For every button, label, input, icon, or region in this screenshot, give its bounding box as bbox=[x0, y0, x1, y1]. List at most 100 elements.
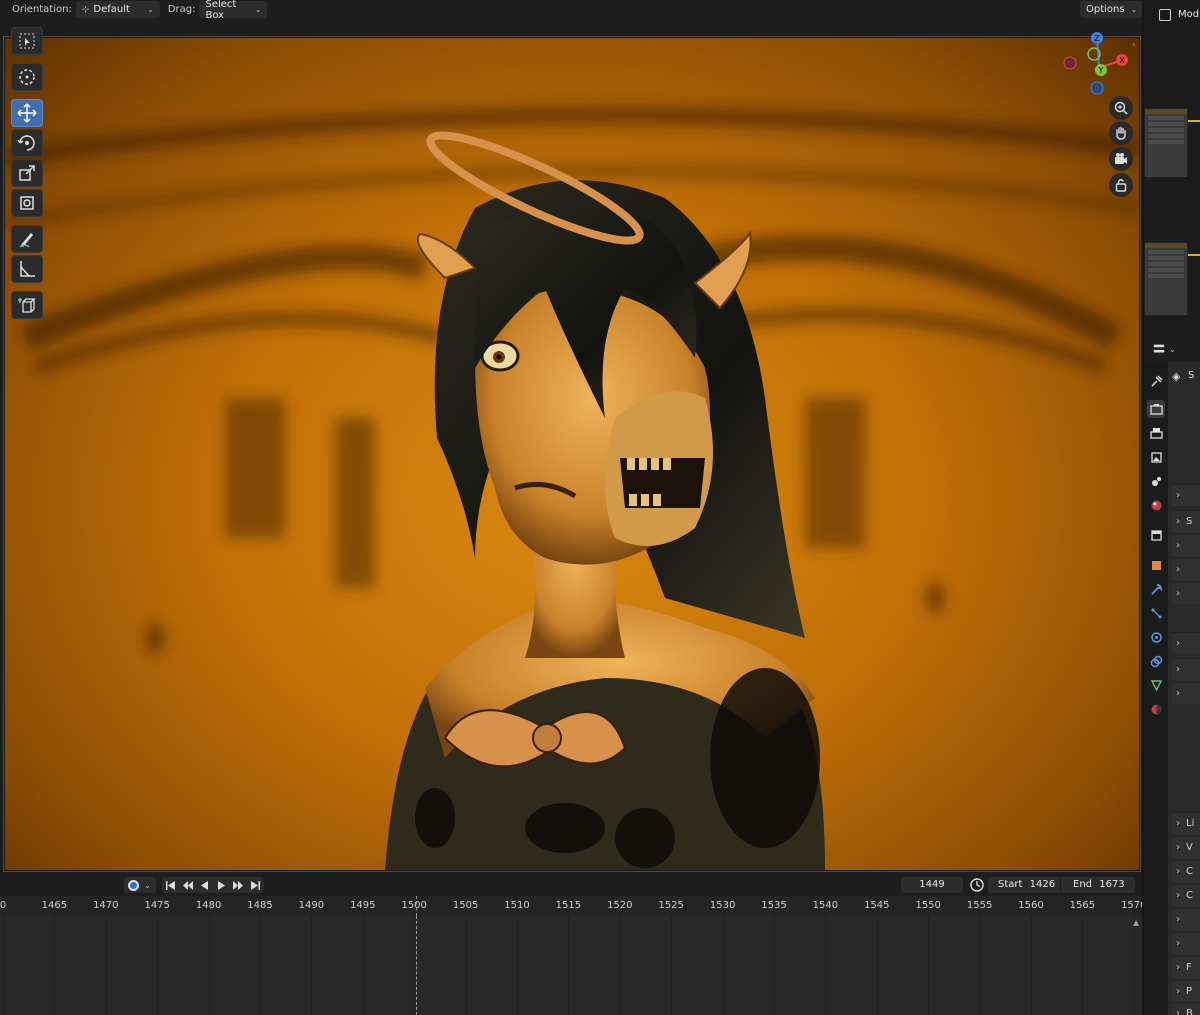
cursor-icon bbox=[19, 69, 35, 85]
properties-panel-row[interactable]: › bbox=[1172, 484, 1200, 506]
chevron-right-icon: › bbox=[1176, 986, 1180, 997]
properties-panel-row[interactable]: › S bbox=[1172, 510, 1200, 532]
node-card[interactable] bbox=[1144, 242, 1188, 316]
chevron-down-icon: ⌄ bbox=[147, 5, 154, 14]
tab-data[interactable] bbox=[1147, 676, 1165, 694]
panel-row-label: Li bbox=[1186, 818, 1195, 829]
viewport-header: Orientation: ⊹ Default ⌄ Drag: Select Bo… bbox=[0, 0, 1142, 21]
cursor-tool[interactable] bbox=[11, 63, 43, 91]
chevron-right-icon: › bbox=[1176, 866, 1180, 877]
properties-panel-row[interactable]: › bbox=[1172, 558, 1200, 580]
select-box-tool[interactable] bbox=[11, 27, 43, 55]
tab-output[interactable] bbox=[1147, 424, 1165, 442]
scale-tool[interactable] bbox=[11, 159, 43, 187]
lock-camera-button[interactable] bbox=[1109, 173, 1133, 197]
properties-panel-row[interactable]: › V bbox=[1172, 836, 1200, 858]
tab-particles[interactable] bbox=[1147, 604, 1165, 622]
frame-tick-label: 1525 bbox=[658, 900, 684, 911]
jump-start-button[interactable] bbox=[162, 877, 179, 893]
frame-tick-label: 0 bbox=[0, 900, 7, 911]
properties-panel-row[interactable]: › P bbox=[1172, 980, 1200, 1002]
timeline-track-area[interactable] bbox=[0, 916, 1142, 1015]
navigation-gizmo[interactable]: Z X Y bbox=[1062, 28, 1132, 98]
properties-panel-row[interactable]: › bbox=[1172, 534, 1200, 556]
panel-row-label: V bbox=[1186, 842, 1193, 853]
axis-x-label: X bbox=[1119, 56, 1125, 65]
sidebar-toggle-icon[interactable]: ‹ bbox=[1132, 40, 1136, 50]
zoom-button[interactable] bbox=[1109, 96, 1133, 120]
auto-keying-button[interactable]: ⌄ bbox=[124, 877, 156, 893]
start-frame-field[interactable]: Start 1426 bbox=[988, 877, 1060, 893]
move-tool[interactable] bbox=[11, 99, 43, 127]
properties-editor-icon bbox=[1153, 344, 1165, 353]
tab-scene[interactable] bbox=[1147, 472, 1165, 490]
clock-icon[interactable] bbox=[969, 877, 985, 893]
timeline-scroll-indicator[interactable]: ▲ bbox=[1133, 918, 1139, 927]
camera-view-button[interactable] bbox=[1109, 147, 1133, 171]
axis-neg-z-handle[interactable] bbox=[1090, 81, 1104, 95]
play-button[interactable] bbox=[213, 877, 230, 893]
rotate-tool[interactable] bbox=[11, 129, 43, 157]
next-keyframe-button[interactable] bbox=[230, 877, 247, 893]
frame-tick-label: 1485 bbox=[247, 900, 273, 911]
timeline-ruler[interactable]: 0 1465 1470 1475 1480 1485 1490 1495 1500 1505 151… bbox=[0, 896, 1147, 916]
tab-world[interactable] bbox=[1147, 496, 1165, 514]
properties-panel-row[interactable]: › F bbox=[1172, 956, 1200, 978]
camera-icon bbox=[1115, 153, 1127, 164]
properties-panel-row[interactable]: › Li bbox=[1172, 812, 1200, 834]
tab-material[interactable] bbox=[1147, 700, 1165, 718]
properties-panel-row[interactable]: › bbox=[1172, 908, 1200, 930]
annotate-tool[interactable] bbox=[11, 225, 43, 253]
frame-gridline bbox=[1133, 916, 1135, 1015]
add-cube-tool[interactable] bbox=[11, 291, 43, 319]
properties-panel-row[interactable]: › bbox=[1172, 658, 1200, 680]
measure-tool[interactable] bbox=[11, 255, 43, 283]
tab-tool[interactable] bbox=[1147, 372, 1165, 390]
frame-gridline bbox=[157, 916, 159, 1015]
tab-modifier[interactable] bbox=[1147, 580, 1165, 598]
chevron-right-icon: › bbox=[1176, 1008, 1180, 1015]
axis-neg-x-handle[interactable] bbox=[1063, 56, 1077, 70]
properties-panel-row[interactable]: › C bbox=[1172, 860, 1200, 882]
properties-panel-row[interactable]: › bbox=[1172, 632, 1200, 654]
tab-view-layer[interactable] bbox=[1147, 448, 1165, 466]
3d-viewport[interactable] bbox=[5, 38, 1139, 870]
tab-constraints[interactable] bbox=[1147, 652, 1165, 670]
properties-panel-row[interactable]: › bbox=[1172, 682, 1200, 704]
mode-label: Mod bbox=[1178, 9, 1200, 20]
node-card[interactable] bbox=[1144, 108, 1188, 178]
chevron-down-icon: ⌄ bbox=[1130, 5, 1138, 14]
tab-render[interactable] bbox=[1147, 400, 1165, 418]
properties-panel-row[interactable]: › bbox=[1172, 582, 1200, 604]
playhead-marker[interactable] bbox=[416, 896, 417, 916]
prev-keyframe-button[interactable] bbox=[179, 877, 196, 893]
transform-tool[interactable] bbox=[11, 189, 43, 217]
start-label: Start bbox=[998, 879, 1023, 890]
options-dropdown[interactable]: Options ⌄ bbox=[1080, 1, 1142, 18]
drag-dropdown[interactable]: Select Box ⌄ bbox=[199, 0, 268, 21]
panel-row-label: F bbox=[1186, 962, 1192, 973]
jump-end-button[interactable] bbox=[247, 877, 264, 893]
tool-shelf bbox=[11, 27, 45, 321]
tab-object[interactable] bbox=[1147, 556, 1165, 574]
prev-keyframe-icon bbox=[183, 880, 193, 890]
editor-type-icon[interactable] bbox=[1159, 9, 1171, 21]
tab-physics[interactable] bbox=[1147, 628, 1165, 646]
properties-panel-row[interactable]: › C bbox=[1172, 884, 1200, 906]
properties-editor: ⌄ ◈ S › › S › › › › › › › Li › V › C › C › › › F › P › B bbox=[1144, 336, 1200, 1015]
properties-panel-row[interactable]: › B bbox=[1172, 1002, 1200, 1015]
properties-panel-row[interactable]: › bbox=[1172, 932, 1200, 954]
frame-gridline bbox=[517, 916, 518, 1015]
orientation-dropdown[interactable]: ⊹ Default ⌄ bbox=[75, 1, 160, 18]
frame-gridline bbox=[1082, 916, 1084, 1015]
axis-z-label: Z bbox=[1094, 34, 1100, 43]
chevron-down-icon: ⌄ bbox=[1169, 344, 1176, 354]
node-editor-area[interactable]: Mod bbox=[1144, 0, 1200, 336]
editor-type-dropdown[interactable]: ⌄ bbox=[1152, 341, 1180, 357]
end-frame-field[interactable]: End 1673 bbox=[1061, 877, 1135, 893]
frame-gridline bbox=[568, 916, 570, 1015]
pan-button[interactable] bbox=[1109, 121, 1133, 145]
tab-collection[interactable] bbox=[1147, 526, 1165, 544]
current-frame-field[interactable]: 1449 bbox=[901, 877, 963, 893]
play-reverse-button[interactable] bbox=[196, 877, 213, 893]
